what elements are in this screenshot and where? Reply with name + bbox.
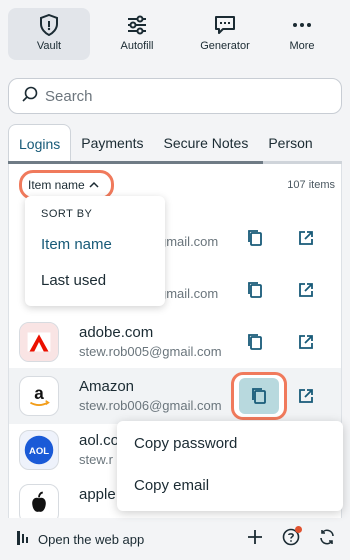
tab-secure-notes[interactable]: Secure Notes [154,124,259,162]
copy-icon [248,282,262,298]
help-button[interactable] [282,526,302,546]
launch-button[interactable] [292,382,320,410]
nav-vault-button[interactable]: Vault [8,8,90,60]
nav-more-label: More [289,40,315,52]
item-email: stew.rob005@gmail.com [79,344,222,359]
open-web-app-label: Open the web app [38,531,145,547]
external-link-icon [299,231,313,245]
nav-vault-label: Vault [36,40,62,52]
tab-logins[interactable]: Logins [8,124,72,162]
search-box [8,78,342,114]
item-name: aol.co [79,432,120,449]
external-link-icon [299,283,313,297]
chevron-up-icon [89,178,99,192]
web-app-icon [16,530,30,549]
copy-email-option[interactable]: Copy email [134,477,209,494]
notification-dot [295,526,302,533]
external-link-icon [299,335,313,349]
nav-autofill-button[interactable]: Autofill [96,8,178,60]
footer: Open the web app [0,518,350,560]
copy-button[interactable] [241,224,269,252]
generator-icon [214,14,236,36]
sort-option-last-used[interactable]: Last used [41,272,106,289]
svg-text:AOL: AOL [29,446,49,457]
copy-button[interactable] [231,372,287,420]
external-link-icon [299,389,313,403]
adobe-logo [19,322,59,362]
item-email: gmail.com [159,234,219,249]
sort-menu-header: SORT BY [41,208,93,220]
item-name: apple. [79,486,120,503]
copy-button-fill [239,378,279,414]
item-email: stew.r [79,452,113,467]
item-email: stew.rob006@gmail.com [79,398,222,413]
copy-icon [248,230,262,246]
open-web-app-link[interactable]: Open the web app [16,530,144,549]
plus-icon [248,530,262,544]
list-item[interactable]: adobe.com stew.rob005@gmail.com [9,314,341,370]
aol-logo: AOL [19,430,59,470]
copy-icon [252,388,266,404]
list-item[interactable]: a Amazon stew.rob006@gmail.com [9,368,341,424]
vault-tabs: Logins Payments Secure Notes Person [8,124,350,162]
apple-logo [19,484,59,518]
sort-button-label: Item name [28,178,85,192]
launch-button[interactable] [292,276,320,304]
footer-actions [246,526,336,546]
add-button[interactable] [246,528,264,546]
item-name: Amazon [79,378,135,395]
copy-icon [248,334,262,350]
more-dots-icon [292,14,312,36]
svg-text:a: a [34,384,44,403]
copy-menu: Copy password Copy email [117,421,343,511]
launch-button[interactable] [292,328,320,356]
item-email: gmail.com [159,286,219,301]
copy-button[interactable] [241,328,269,356]
nav-generator-button[interactable]: Generator [184,8,266,60]
copy-password-option[interactable]: Copy password [134,435,237,452]
launch-button[interactable] [292,224,320,252]
item-name: adobe.com [79,324,154,341]
sync-button[interactable] [318,528,336,546]
search-input[interactable] [45,87,325,105]
sliders-icon [126,14,148,36]
tab-personal[interactable]: Person [258,124,322,162]
sort-option-item-name[interactable]: Item name [41,236,112,253]
amazon-logo: a [19,376,59,416]
search-icon [21,85,39,108]
nav-more-button[interactable]: More [272,8,332,60]
tab-payments[interactable]: Payments [71,124,153,162]
top-navigation: Vault Autofill Generator More [0,0,350,68]
nav-generator-label: Generator [200,40,250,52]
sort-menu: SORT BY Item name Last used [25,196,165,306]
copy-button[interactable] [241,276,269,304]
item-count: 107 items [287,179,335,191]
shield-icon [39,14,59,36]
nav-autofill-label: Autofill [120,40,154,52]
sync-icon [320,529,334,545]
